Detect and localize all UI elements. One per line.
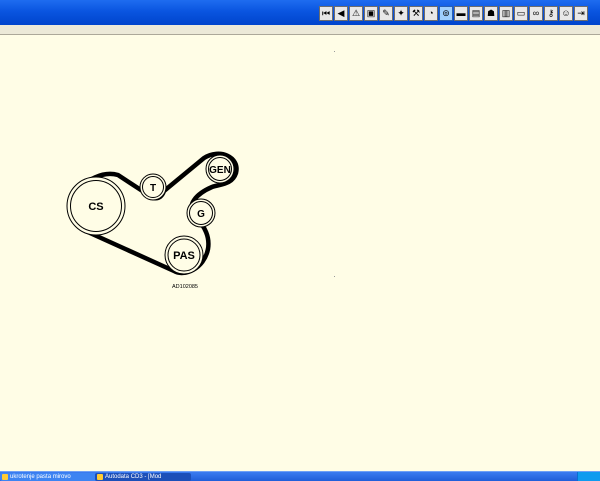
user-button[interactable]: ☺: [559, 6, 573, 21]
wrench-icon: ⚒: [411, 8, 421, 18]
warning-icon: ⚠: [351, 8, 361, 18]
car-button[interactable]: ▬: [454, 6, 468, 21]
engine-icon: ▣: [366, 8, 376, 18]
diagram-code: AD102085: [172, 284, 198, 290]
warning-button[interactable]: ⚠: [349, 6, 363, 21]
document-icon: [2, 474, 8, 480]
car-icon: ▬: [456, 8, 466, 18]
previous-icon: ◀: [337, 8, 345, 18]
pulley-cs: CS: [66, 176, 126, 236]
key-icon: ⚷: [547, 8, 555, 18]
key-button[interactable]: ⚷: [544, 6, 558, 21]
taskbar-item-label: ukrotenje pasta mirovo: [10, 474, 71, 480]
chain-icon: ∞: [532, 8, 540, 18]
pulley-label-pas: PAS: [173, 250, 195, 262]
exit-icon: ⇥: [577, 8, 585, 18]
screen-icon: ▭: [516, 8, 526, 18]
first-page-button[interactable]: ⏮: [319, 6, 333, 21]
pulley-t: T: [139, 173, 167, 201]
autodata-icon: [97, 474, 103, 480]
toolbar: ⏮ ◀ ⚠ ▣ ✎ ✦ ⚒ ◔ ⊚ ▬ ▤ ☗ ▥ ▭ ∞ ⚷ ☺ ⇥: [319, 6, 588, 22]
tool-button[interactable]: ✎: [379, 6, 393, 21]
wrench-button[interactable]: ⚒: [409, 6, 423, 21]
gauge-icon: ◔: [428, 8, 434, 18]
chain-button[interactable]: ∞: [529, 6, 543, 21]
first-page-icon: ⏮: [321, 8, 331, 18]
marker-dot: [334, 276, 335, 277]
toolbar-separator: [0, 25, 600, 35]
taskbar-item-label: Autodata CD3 - [Mod: [105, 474, 162, 480]
person-icon: ☗: [486, 8, 496, 18]
pulley-pas: PAS: [164, 235, 204, 275]
gauge-button[interactable]: ◔: [424, 6, 438, 21]
pulley-gen: GEN: [205, 154, 235, 184]
pulley-label-gen: GEN: [209, 165, 231, 176]
pulley-label-t: T: [150, 183, 156, 194]
title-bar: ⏮ ◀ ⚠ ▣ ✎ ✦ ⚒ ◔ ⊚ ▬ ▤ ☗ ▥ ▭ ∞ ⚷ ☺ ⇥: [0, 0, 600, 25]
book-icon: ▥: [501, 8, 511, 18]
belt-icon: ⊚: [442, 8, 450, 18]
engine-button[interactable]: ▣: [364, 6, 378, 21]
user-icon: ☺: [561, 8, 571, 18]
screen-button[interactable]: ▭: [514, 6, 528, 21]
puzzle-button[interactable]: ✦: [394, 6, 408, 21]
previous-button[interactable]: ◀: [334, 6, 348, 21]
tool-icon: ✎: [382, 8, 390, 18]
chart-button[interactable]: ▤: [469, 6, 483, 21]
chart-icon: ▤: [471, 8, 481, 18]
belt-button[interactable]: ⊚: [439, 6, 453, 21]
content-area: CS T GEN G PAS AD102085: [0, 35, 600, 471]
marker-dot: [334, 51, 335, 52]
person-button[interactable]: ☗: [484, 6, 498, 21]
pulley-g: G: [186, 198, 216, 228]
belt-routing-diagram: CS T GEN G PAS AD102085: [66, 151, 239, 290]
pulley-label-g: G: [197, 209, 205, 220]
pulley-label-cs: CS: [88, 201, 103, 213]
exit-button[interactable]: ⇥: [574, 6, 588, 21]
book-button[interactable]: ▥: [499, 6, 513, 21]
puzzle-icon: ✦: [397, 8, 405, 18]
